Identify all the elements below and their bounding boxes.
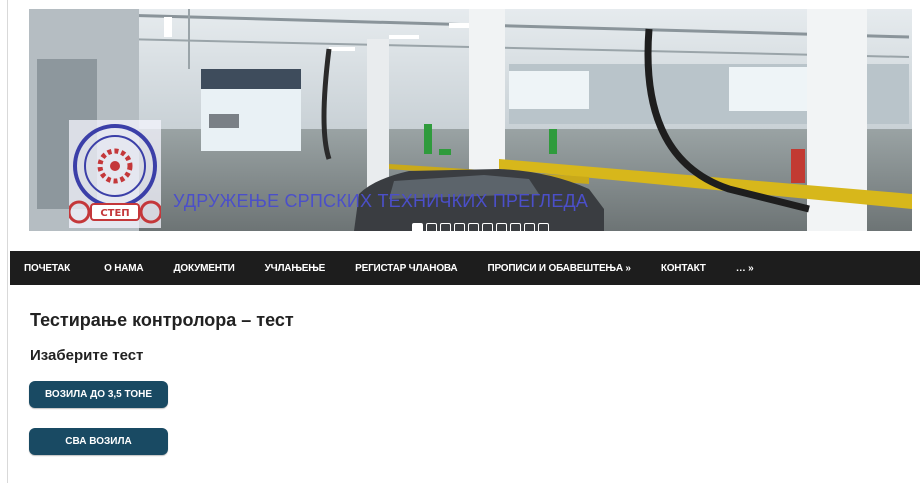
nav-item-about[interactable]: О НАМА [104,263,144,274]
nav-item-membership[interactable]: УЧЛАЊЕЊЕ [265,263,326,274]
nav-item-documents[interactable]: ДОКУМЕНТИ [173,263,234,274]
nav-item-contact[interactable]: КОНТАКТ [661,263,706,274]
section-subtitle: Изаберите тест [30,347,144,364]
page-left-border [7,0,8,483]
slider-dot[interactable] [510,223,521,231]
slider-dot[interactable] [426,223,437,231]
slider-dot[interactable] [412,223,423,231]
logo-text: СТЕП [100,208,129,219]
slider-pagination [412,223,549,231]
test-vehicles-up-to-3-5t-button[interactable]: ВОЗИЛА ДО 3,5 ТОНЕ [29,381,168,408]
page-title: Тестирање контролора – тест [30,310,294,330]
organization-title: УДРУЖЕЊЕ СРПСКИХ ТЕХНИЧКИХ ПРЕГЛЕДА [173,191,589,211]
slider-dot[interactable] [454,223,465,231]
nav-item-home[interactable]: ПОЧЕТАК [24,263,70,274]
nav-item-more[interactable]: … » [736,263,754,274]
slider-dot[interactable] [468,223,479,231]
slider-dot[interactable] [524,223,535,231]
test-all-vehicles-button[interactable]: СВА ВОЗИЛА [29,428,168,455]
slider-dot[interactable] [440,223,451,231]
header-banner-slider[interactable]: СТЕП УДРУЖЕЊЕ СРПСКИХ ТЕХНИЧКИХ ПРЕГЛЕДА [29,9,912,231]
nav-item-member-register[interactable]: РЕГИСТАР ЧЛАНОВА [355,263,458,274]
slider-dot[interactable] [538,223,549,231]
slider-dot[interactable] [482,223,493,231]
slider-dot[interactable] [496,223,507,231]
organization-logo: СТЕП [69,120,161,228]
main-navigation: ПОЧЕТАК О НАМА ДОКУМЕНТИ УЧЛАЊЕЊЕ РЕГИСТ… [10,251,920,285]
nav-item-regulations[interactable]: ПРОПИСИ И ОБАВЕШТЕЊА » [487,263,631,274]
